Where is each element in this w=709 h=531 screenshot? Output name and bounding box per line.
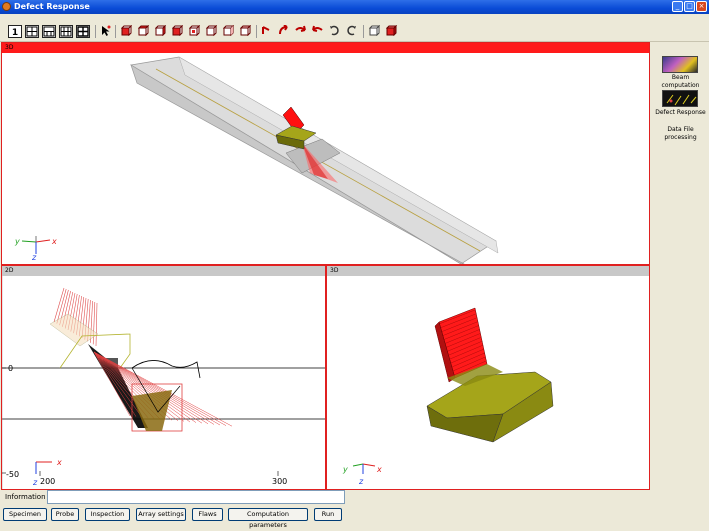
inspection-button[interactable]: Inspection	[85, 508, 130, 521]
axis-y-label-3d: y	[342, 465, 348, 474]
view-bottom-cube-icon[interactable]	[206, 25, 217, 36]
defect-response-label[interactable]: Defect Response	[652, 109, 709, 117]
probe-element-line	[92, 301, 96, 345]
axes-triad-2d	[35, 461, 52, 474]
view-iso2-cube-icon[interactable]	[240, 25, 251, 36]
toolbar-separator	[115, 25, 116, 38]
bottom-left-2d-view[interactable]: 2D 0 -50 200 300 x z	[1, 265, 326, 490]
axis-label-0: 0	[8, 364, 13, 373]
surface-profile	[131, 360, 201, 379]
view-back-cube-icon[interactable]	[138, 25, 149, 36]
toolbar-separator	[363, 25, 364, 38]
rotate-right-icon[interactable]	[278, 25, 289, 36]
data-file-processing-label[interactable]: Data File processing	[652, 126, 709, 142]
window-title: Defect Response	[14, 2, 90, 11]
axis-label-minus50: -50	[6, 470, 19, 479]
close-button[interactable]: ×	[696, 1, 707, 12]
view-right-cube-icon[interactable]	[172, 25, 183, 36]
specimen-back-face	[178, 56, 499, 254]
axis-x-label-2d: x	[56, 458, 62, 467]
solid-cube-icon[interactable]	[386, 25, 397, 36]
probe-button[interactable]: Probe	[51, 508, 79, 521]
title-bar: Defect Response _ □ ×	[0, 0, 709, 14]
axis-y-label: y	[14, 237, 20, 246]
app-icon	[2, 2, 11, 11]
specimen-button[interactable]: Specimen	[3, 508, 47, 521]
2d-scene: 0 -50 200 300 x z	[2, 276, 325, 489]
select-pointer-icon[interactable]	[100, 25, 111, 36]
toolbar: 1	[0, 14, 709, 42]
probe-element-block	[49, 313, 99, 347]
toolbar-separator	[95, 25, 96, 38]
axes-triad-3d	[352, 463, 376, 474]
rotate-ccw-icon[interactable]	[346, 25, 357, 36]
information-label: Information :	[5, 493, 51, 501]
svg-text:1: 1	[12, 28, 18, 37]
axis-z-label-3d: z	[358, 477, 364, 486]
3d-probe-scene: x y z	[342, 307, 554, 486]
axis-label-200: 200	[40, 477, 55, 486]
computation-parameters-button[interactable]: Computation parameters	[228, 508, 308, 529]
beam-computation-label[interactable]: Beam computation	[652, 74, 709, 90]
layout-3-view-icon[interactable]	[42, 25, 56, 38]
top-3d-scene: x y z	[14, 56, 499, 264]
view-left-cube-icon[interactable]	[155, 25, 166, 36]
rotate-down-icon[interactable]	[312, 25, 323, 36]
run-button[interactable]: Run	[314, 508, 342, 521]
axis-x-label: x	[51, 237, 57, 246]
axes-triad	[21, 236, 51, 254]
defect-response-icon[interactable]	[662, 90, 698, 107]
side-panel: Beam computation Defect Response Data Fi…	[652, 42, 709, 492]
array-settings-button[interactable]: Array settings	[136, 508, 186, 521]
view-iso-cube-icon[interactable]	[223, 25, 234, 36]
top-3d-view[interactable]: 3D x y z	[1, 42, 650, 265]
beam-computation-icon[interactable]	[662, 56, 698, 73]
layout-2x2-view-icon[interactable]	[76, 25, 90, 38]
information-field[interactable]	[47, 490, 345, 504]
axis-label-300: 300	[272, 477, 287, 486]
probe-element-line	[95, 302, 98, 347]
rotate-left-icon[interactable]	[261, 25, 272, 36]
view-front-cube-icon[interactable]	[121, 25, 132, 36]
axis-x-label-3d: x	[376, 465, 382, 474]
wireframe-cube-icon[interactable]	[369, 25, 380, 36]
rotate-up-icon[interactable]	[295, 25, 306, 36]
axis-z-label: z	[31, 253, 37, 262]
rotate-cw-icon[interactable]	[329, 25, 340, 36]
minimize-button[interactable]: _	[672, 1, 683, 12]
toolbar-separator	[256, 25, 257, 38]
axis-z-label-2d: z	[32, 478, 38, 487]
flaws-button[interactable]: Flaws	[192, 508, 223, 521]
layout-6-view-icon[interactable]	[59, 25, 73, 38]
layout-4-view-icon[interactable]	[25, 25, 39, 38]
maximize-button[interactable]: □	[684, 1, 695, 12]
view-top-cube-icon[interactable]	[189, 25, 200, 36]
bottom-right-3d-view[interactable]: 3D x y z	[326, 265, 650, 490]
layout-1-view-icon[interactable]: 1	[8, 25, 22, 38]
